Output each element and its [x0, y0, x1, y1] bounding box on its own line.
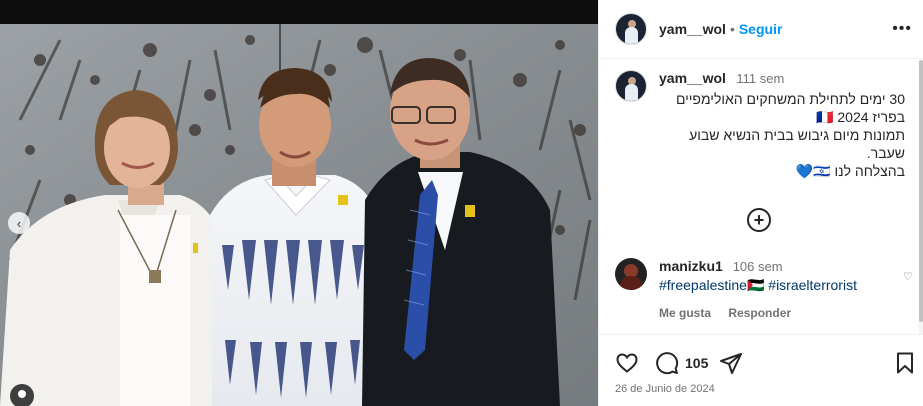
caption-avatar[interactable] [615, 70, 647, 102]
comment-reply-button[interactable]: Responder [728, 306, 791, 320]
share-icon[interactable] [719, 351, 743, 375]
comment-time[interactable]: 106 sem [733, 259, 783, 274]
comment-text: #freepalestine🇵🇸 #israelterrorist [659, 277, 857, 294]
user-tags-icon[interactable] [10, 384, 34, 406]
bookmark-icon[interactable] [893, 351, 917, 375]
post-photo[interactable]: ‹ [0, 0, 598, 406]
heart-icon[interactable] [615, 351, 639, 375]
hashtag-link[interactable]: #freepalestine🇵🇸 [659, 277, 764, 293]
prev-arrow-icon[interactable]: ‹ [8, 212, 30, 234]
add-circle-icon[interactable]: + [747, 208, 771, 232]
comment-icon[interactable] [655, 351, 679, 375]
caption-username[interactable]: yam__wol [659, 70, 726, 86]
comment-heart-icon[interactable]: ♡ [903, 270, 913, 283]
scrollbar-thumb[interactable] [919, 60, 923, 322]
post-actions: 105 26 de Junio de 2024 [599, 334, 923, 406]
post-date[interactable]: 26 de Junio de 2024 [615, 383, 715, 395]
comment-like-button[interactable]: Me gusta [659, 306, 711, 320]
caption-time[interactable]: 111 sem [736, 71, 784, 86]
post-side-panel: yam__wol • Seguir ••• yam__wol 111 sem 3… [598, 0, 923, 406]
caption-text: 30 ימים לתחילת המשחקים האולימפיים בפריז … [675, 91, 905, 179]
comment-count: 105 [685, 355, 709, 371]
comment-username[interactable]: manizku1 [659, 258, 723, 274]
separator-dot: • [729, 21, 735, 37]
more-icon[interactable]: ••• [892, 20, 912, 38]
post-caption: yam__wol 111 sem 30 ימים לתחילת המשחקים … [615, 70, 905, 180]
post-header: yam__wol • Seguir ••• [599, 0, 923, 59]
comment-avatar[interactable] [615, 258, 647, 290]
comment-actions: Me gusta Responder [659, 306, 857, 320]
post-username[interactable]: yam__wol [659, 21, 726, 37]
comments-scrollbar[interactable] [919, 60, 923, 334]
photo-illustration [0, 0, 598, 406]
comment-item: manizku1 106 sem #freepalestine🇵🇸 #israe… [615, 258, 905, 320]
avatar[interactable] [615, 13, 647, 45]
follow-button[interactable]: Seguir [739, 21, 783, 37]
comments-list[interactable]: yam__wol 111 sem 30 ימים לתחילת המשחקים … [599, 60, 919, 334]
hashtag-link[interactable]: #israelterrorist [768, 277, 857, 293]
